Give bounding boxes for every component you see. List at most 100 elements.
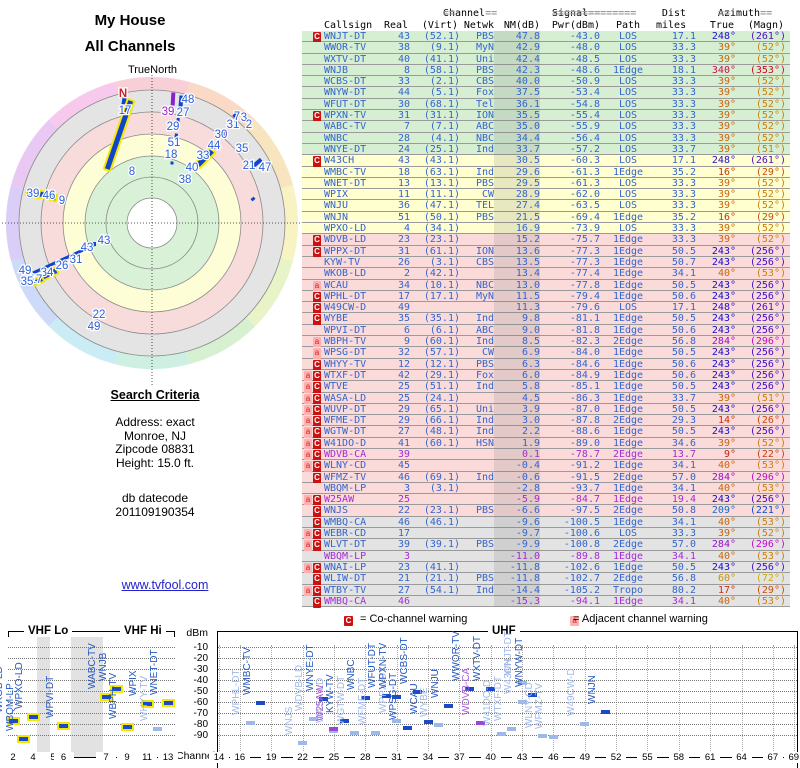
station-bar (371, 730, 381, 735)
channel-tick: 67 (762, 752, 783, 763)
station-label: WNYW-DT (513, 637, 525, 687)
dbm-axis-title: dBm (186, 627, 208, 639)
radar-channel-label: 40 (186, 162, 199, 174)
channel-tick: 52 (606, 752, 627, 763)
table-row: WPVI-DT 6 (6.1) ABC 9.0 -81.8 1Edge 50.6 243° (25… (302, 324, 790, 337)
table-row: a C WLVT-DT 39 (39.1) PBS -9.9 -100.8 2Edge 57.0 2… (302, 539, 790, 552)
channel-tick: 69 (783, 752, 800, 763)
co-channel-warning-icon: C (313, 596, 321, 609)
table-row: C WLIW-DT 21 (21.1) PBS -11.8 -102.7 2Edge 56.8 6… (302, 573, 790, 586)
table-row: WXTV-DT 40 (41.1) Uni 42.4 -48.5 LOS 33.3 39° (52… (302, 53, 790, 65)
channel-tick: 13 (158, 752, 178, 763)
table-row: C WFMZ-TV 46 (69.1) Ind -0.6 -91.5 2Edge 57.0 284… (302, 471, 790, 484)
channel-tick: 19 (261, 752, 282, 763)
bar-fill (170, 161, 174, 165)
radar-channel-label: 44 (208, 140, 221, 152)
radar-channel-label: 35 (21, 276, 34, 288)
signal-table: == Channel == ======== Signal ======== Dist … (302, 8, 790, 609)
criteria-height: Height: 15.0 ft. (115, 455, 195, 470)
station-label: WBPH-TV (108, 672, 119, 719)
radar-channel-label: 9 (59, 195, 65, 207)
station-label: WFMZ-TV (534, 682, 546, 729)
radar-channel-label: 26 (56, 260, 69, 272)
table-row: C WNJS 22 (23.1) PBS -6.6 -97.5 2Edge 50.8 209° (2… (302, 505, 790, 518)
grid-line (553, 645, 555, 757)
station-label: WNET-DT (149, 649, 160, 696)
radar-channel-label: 21 (243, 160, 256, 172)
grid-line (647, 645, 649, 757)
radar-channel-label: 30 (215, 129, 228, 141)
grid-line (218, 713, 797, 714)
channel-tick: 11 (137, 752, 157, 763)
tvfool-link[interactable]: www.tvfool.com (122, 578, 209, 592)
vhf-band-chart: VHF Lo VHF Hi WKOB-LD WBQM-LP WPXO-LD WPVI-… (0, 625, 178, 768)
channel-tick: 9 (117, 752, 137, 763)
table-row: WBQM-LP 3 -11.0 -89.8 1Edge 34.1 40° (53°) (302, 550, 790, 562)
station-bar (444, 703, 454, 708)
channel-tick: 40 (480, 752, 501, 763)
station-bar (57, 721, 70, 730)
vhf-lo-title: VHF Lo (24, 625, 73, 637)
table-row: C WMBQ-CA 46 (46.1) -9.6 -100.5 1Edge 34.1 40° (5… (302, 516, 790, 530)
table-row: C WPXN-TV 31 (31.1) ION 35.5 -55.4 LOS 33.3 39° (5… (302, 110, 790, 123)
station-label: WPVI-DT (44, 675, 56, 718)
radar-channel-label: 51 (168, 137, 181, 149)
channel-tick: 61 (700, 752, 721, 763)
station-bar (496, 731, 506, 736)
channel-tick: 2 (3, 752, 23, 763)
station-bar (298, 741, 308, 746)
radar-channel-label: 49 (88, 321, 101, 333)
station-label: W49CW-D (565, 667, 577, 716)
channel-tick: 16 (229, 752, 250, 763)
station-bar (423, 719, 433, 724)
table-row: a WBPH-TV 9 (60.1) Ind 8.5 -82.3 2Edge 56.8 284°(… (302, 336, 790, 349)
grid-line (678, 645, 680, 757)
channel-tick: 64 (731, 752, 752, 763)
criteria-address: Address: exact (115, 415, 195, 429)
table-row: a C W41DO-D 41 (60.1) HSN 1.9 -89.0 1Edge 34.6 39°… (302, 437, 790, 450)
station-bar (507, 727, 517, 732)
table-row: WMBC-TV 18 (63.1) Ind 29.6 -61.3 1Edge 35.2 16°(… (302, 166, 790, 178)
station-bar (161, 699, 175, 708)
tvfool-report: { "header": {"title1": "My House", "titl… (0, 0, 800, 768)
station-bar (153, 727, 162, 732)
table-row: WNJN 51 (50.1) PBS 21.5 -69.4 1Edge 35.2 16° (29°… (302, 211, 790, 224)
search-criteria: Search Criteria Address: exact Monroe, N… (60, 388, 250, 519)
dbm-tick: -80 (193, 718, 208, 730)
tvfool-link-wrap: www.tvfool.com (100, 578, 230, 592)
dbm-tick: -40 (193, 674, 208, 686)
station-bar (548, 734, 558, 739)
station-label: WNJN (586, 675, 598, 705)
table-row: WNYE-DT 24 (25.1) Ind 33.7 -57.2 LOS 33.7 39° (51… (302, 143, 790, 156)
dbm-tick: -10 (193, 641, 208, 653)
table-row: a C WDVB-CA 39 0.1 -78.7 2Edge 13.7 9° (22°) (302, 448, 790, 462)
co-channel-icon: C (344, 616, 353, 626)
radar-channel-label: N (119, 88, 127, 100)
station-bar (601, 710, 611, 715)
table-row: C WPPX-DT 31 (61.1) ION 13.6 -77.3 1Edge 50.5 243… (302, 245, 790, 258)
table-row: C W49CW-D 49 11.3 -79.6 LOS 17.1 248° (261°) (302, 302, 790, 315)
table-row: WCBS-DT 33 (2.1) CBS 40.0 -50.9 LOS 33.3 39° (52°… (302, 76, 790, 88)
table-row: C WMBQ-CA 46 -15.3 -94.1 1Edge 34.1 40° (53°) (302, 595, 790, 609)
radar-channel-label: 8 (129, 166, 135, 178)
channel-tick: 22 (292, 752, 313, 763)
channel-tick: 37 (449, 752, 470, 763)
radar-channel-label: 34 (41, 267, 54, 279)
radar-channel-label: 47 (259, 162, 272, 174)
channel-tick: 25 (323, 752, 344, 763)
channel-tick: 28 (355, 752, 376, 763)
radar-channel-label: 22 (93, 309, 106, 321)
radar-channel-label: 39 (162, 106, 175, 118)
radar-channel-label: 39 (27, 188, 40, 200)
grid-line (218, 735, 797, 736)
search-criteria-heading: Search Criteria (110, 388, 200, 402)
channel-tick: 43 (512, 752, 533, 763)
channel-tick: 55 (637, 752, 658, 763)
table-row: WNJB 8 (58.1) PBS 42.3 -48.6 1Edge 18.1 340° (353… (302, 64, 790, 77)
table-row: a C WLNY-CD 45 -0.4 -91.2 1Edge 34.1 40° (53°) (302, 460, 790, 473)
table-row: C W43CH 43 (43.1) 30.5 -60.3 LOS 17.1 248° (261°) (302, 155, 790, 168)
station-bar (350, 731, 360, 736)
table-row: WNET-DT 13 (13.1) PBS 29.5 -61.3 LOS 33.3 39° (52… (302, 177, 790, 190)
table-row: a C WTBY-TV 27 (54.1) Ind -14.4 -105.2 Tropo 80.2… (302, 584, 790, 597)
table-row: a C WTXF-DT 42 (29.1) Fox 6.0 -84.9 1Edge 50.6 243… (302, 369, 790, 383)
